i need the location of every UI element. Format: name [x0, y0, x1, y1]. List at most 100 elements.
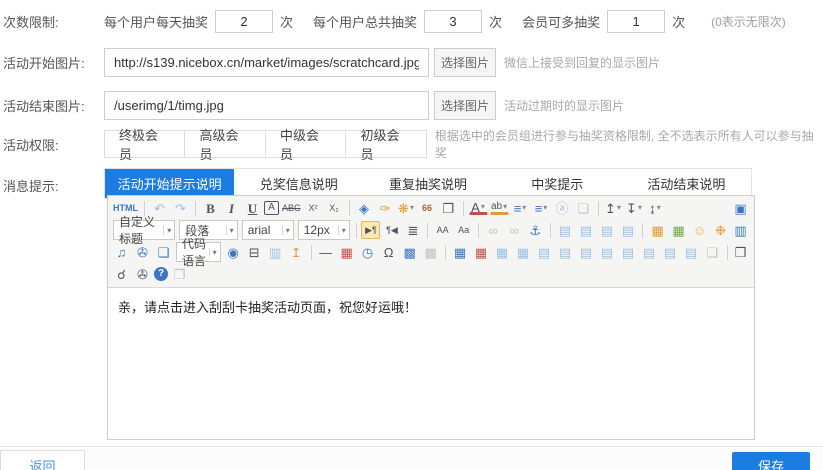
strikethrough-icon[interactable]: ABC: [281, 199, 302, 217]
insert-col-left-icon[interactable]: ▤: [535, 243, 554, 261]
attachment-icon[interactable]: ✇: [133, 243, 152, 261]
insert-col-right-icon[interactable]: ▤: [556, 243, 575, 261]
margin-top-icon[interactable]: ↥▾: [604, 199, 623, 217]
margin-bottom-icon[interactable]: ↧▾: [625, 199, 644, 217]
upload-image-icon[interactable]: ▦: [669, 221, 688, 239]
member-extra-label: 会员可多抽奖: [522, 12, 600, 31]
delete-table-icon[interactable]: ▦: [472, 243, 491, 261]
tab-redeem-info[interactable]: 兑奖信息说明: [234, 169, 363, 198]
line-height-icon[interactable]: ↨▾: [646, 199, 665, 217]
insert-row-above-icon[interactable]: ▤: [619, 243, 638, 261]
member-option-intermediate[interactable]: 中级会员: [266, 131, 346, 157]
link-icon[interactable]: ∞: [484, 221, 503, 239]
toolbar-separator: [349, 201, 350, 216]
omega-icon[interactable]: Ω: [379, 243, 398, 261]
save-button[interactable]: 保存: [732, 452, 810, 470]
code-icon[interactable]: ◉: [224, 243, 243, 261]
calendar-icon[interactable]: ▦: [337, 243, 356, 261]
insert-file-icon[interactable]: ❏: [154, 243, 173, 261]
print-icon[interactable]: ❒: [731, 243, 750, 261]
ordered-list-icon[interactable]: ≡▾: [511, 199, 530, 217]
anchor-link-icon[interactable]: ⓐ: [553, 199, 572, 217]
align-right-icon[interactable]: ▤: [597, 221, 616, 239]
paragraph-format-icon[interactable]: ≣: [403, 221, 422, 239]
paste-page-icon[interactable]: ❐: [170, 265, 189, 283]
start-image-label: 活动开始图片:: [0, 53, 104, 72]
size-select[interactable]: 12px▾: [298, 220, 350, 240]
permissions-label: 活动权限:: [0, 135, 104, 154]
italic-icon[interactable]: I: [222, 199, 241, 217]
limits-label: 次数限制:: [0, 12, 104, 31]
page-break-icon[interactable]: ⊟: [245, 243, 264, 261]
help-icon[interactable]: ?: [154, 267, 168, 281]
font-border-icon[interactable]: A: [264, 201, 279, 215]
member-option-ultimate[interactable]: 终极会员: [105, 131, 185, 157]
clear-format-icon[interactable]: ❋▾: [397, 199, 416, 217]
style-select[interactable]: 自定义标题▾: [113, 220, 175, 240]
table-properties-icon[interactable]: ▦: [493, 243, 512, 261]
align-left-icon[interactable]: ▤: [555, 221, 574, 239]
bold-icon[interactable]: B: [201, 199, 220, 217]
start-image-input[interactable]: [104, 48, 429, 77]
paste-text-icon[interactable]: ❐: [439, 199, 458, 217]
unordered-list-icon[interactable]: ≡▾: [532, 199, 551, 217]
clock-icon[interactable]: ◷: [358, 243, 377, 261]
code-select[interactable]: 代码语言▾: [176, 242, 221, 262]
image-icon[interactable]: ▦: [648, 221, 667, 239]
font-color-icon[interactable]: A▾: [469, 201, 488, 215]
permissions-hint: 根据选中的会员组进行参与抽奖资格限制, 全不选表示所有人可以参与抽奖: [435, 127, 823, 161]
find-replace-icon[interactable]: ✇: [133, 265, 152, 283]
music-icon[interactable]: ♫: [112, 243, 131, 261]
edit-form-icon[interactable]: ▩: [421, 243, 440, 261]
total-input[interactable]: [424, 10, 482, 33]
eraser-icon[interactable]: ◈: [355, 199, 374, 217]
tab-repeat-draw[interactable]: 重复抽奖说明: [363, 169, 492, 198]
blockquote-icon[interactable]: 66: [418, 199, 437, 217]
horizontal-rule-icon[interactable]: —: [316, 243, 335, 261]
member-option-junior[interactable]: 初级会员: [346, 131, 425, 157]
emoticon-icon[interactable]: ☺: [690, 221, 709, 239]
editor-content[interactable]: 亲，请点击进入刮刮卡抽奖活动页面，祝您好运哦！: [108, 288, 754, 439]
media-icon[interactable]: ▥: [731, 221, 750, 239]
columns-icon[interactable]: ▥: [266, 243, 285, 261]
unlink-icon[interactable]: ∞: [505, 221, 524, 239]
subscript-icon[interactable]: X₂: [325, 199, 344, 217]
per-day-input[interactable]: [215, 10, 273, 33]
delete-col-icon[interactable]: ▤: [682, 243, 701, 261]
superscript-icon[interactable]: X²: [304, 199, 323, 217]
insert-form-icon[interactable]: ▩: [400, 243, 419, 261]
tab-activity-start-prompt[interactable]: 活动开始提示说明: [105, 169, 234, 198]
insert-table-icon[interactable]: ▦: [451, 243, 470, 261]
palette-icon[interactable]: ❉: [711, 221, 730, 239]
end-image-input[interactable]: [104, 91, 429, 120]
start-image-pick-button[interactable]: 选择图片: [434, 48, 496, 77]
merge-cell-icon[interactable]: ▤: [598, 243, 617, 261]
align-justify-icon[interactable]: ▤: [618, 221, 637, 239]
end-image-pick-button[interactable]: 选择图片: [434, 91, 496, 120]
upload-media-icon[interactable]: ↥: [287, 243, 306, 261]
ltr-icon[interactable]: ▶¶: [361, 221, 380, 239]
split-cell-icon[interactable]: ▤: [577, 243, 596, 261]
lowercase-icon[interactable]: Aa: [454, 221, 473, 239]
tab-winning-prompt[interactable]: 中奖提示: [493, 169, 622, 198]
format-brush-icon[interactable]: ✑: [376, 199, 395, 217]
underline-icon[interactable]: U: [243, 199, 262, 217]
font-select[interactable]: arial▾: [242, 220, 294, 240]
cell-properties-icon[interactable]: ▦: [514, 243, 533, 261]
member-option-senior[interactable]: 高级会员: [185, 131, 265, 157]
align-center-icon[interactable]: ▤: [576, 221, 595, 239]
new-document-icon[interactable]: ❏: [574, 199, 593, 217]
member-extra-input[interactable]: [607, 10, 665, 33]
uppercase-icon[interactable]: AA: [433, 221, 452, 239]
redo-icon[interactable]: ↷: [171, 199, 190, 217]
delete-row-icon[interactable]: ▤: [661, 243, 680, 261]
anchor-icon[interactable]: ⚓: [526, 221, 545, 239]
new-page-icon[interactable]: ❏: [703, 243, 722, 261]
rtl-icon[interactable]: ¶◀: [382, 221, 401, 239]
preview-icon[interactable]: ☌: [112, 265, 131, 283]
tab-activity-end[interactable]: 活动结束说明: [622, 169, 751, 198]
back-button[interactable]: 返回: [0, 450, 85, 470]
fullscreen-icon[interactable]: ▣: [731, 199, 750, 217]
insert-row-below-icon[interactable]: ▤: [640, 243, 659, 261]
highlight-color-icon[interactable]: ab▾: [490, 201, 509, 215]
